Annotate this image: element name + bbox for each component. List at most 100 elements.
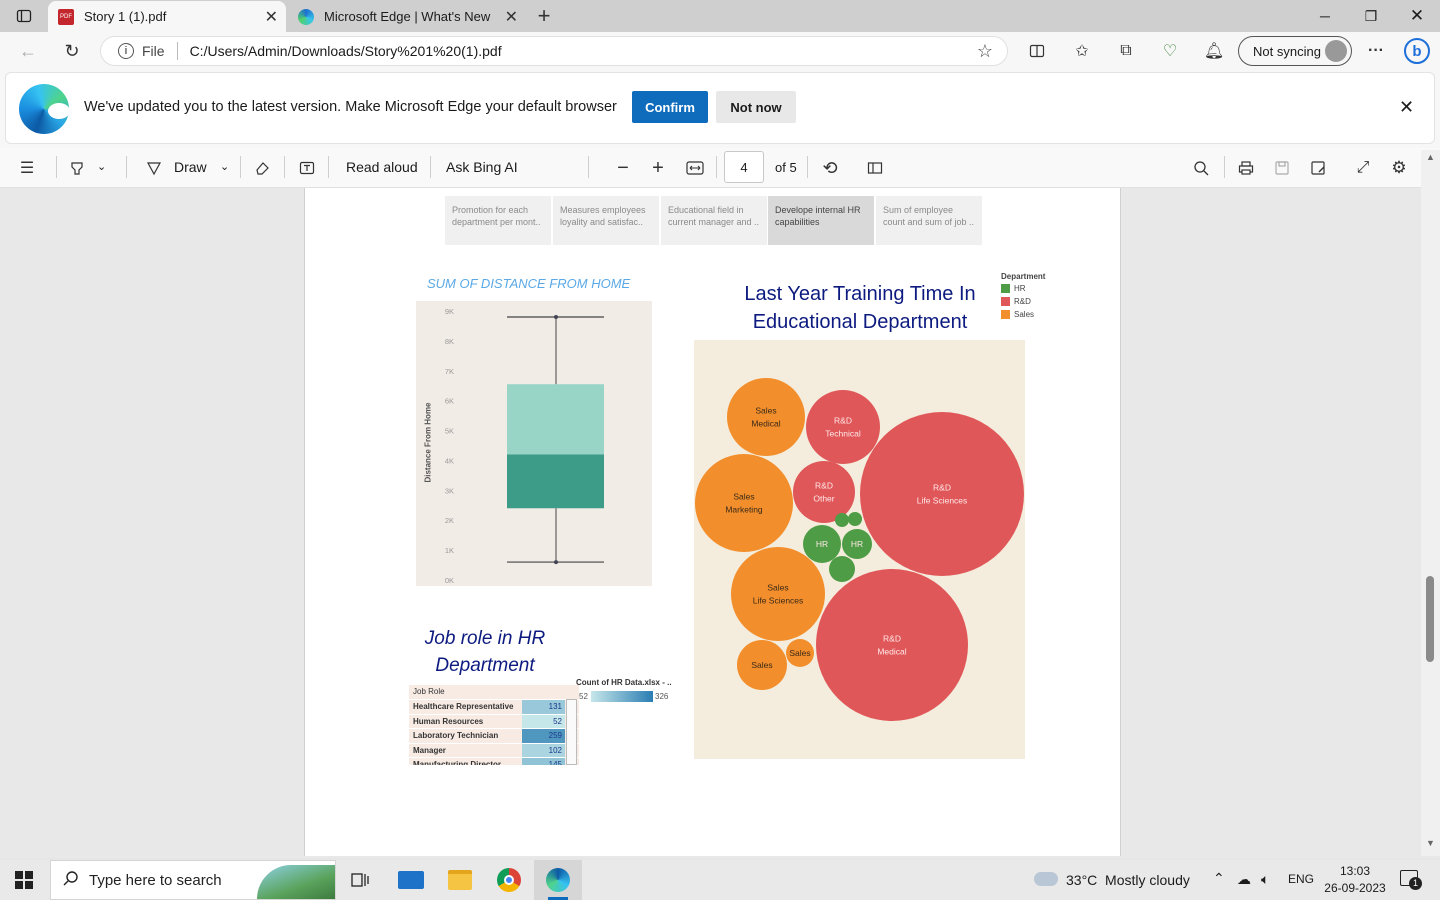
bubble[interactable] [816, 569, 968, 721]
scrollbar[interactable]: ▲ ▼ [1421, 150, 1440, 856]
close-window-icon[interactable]: ✕ [1394, 0, 1440, 32]
bubble[interactable] [731, 547, 825, 641]
table-row[interactable]: Human Resources 52 [409, 713, 579, 728]
task-view-icon[interactable] [345, 865, 375, 895]
scroll-up-icon[interactable]: ▲ [1426, 152, 1435, 162]
favorites-icon[interactable]: ✩ [1067, 36, 1097, 66]
highlight-icon[interactable] [62, 153, 92, 183]
zoom-in-icon[interactable]: + [643, 153, 673, 183]
bubble-title: Last Year Training Time In Educational D… [695, 280, 1025, 336]
table-scrollbar[interactable] [566, 699, 577, 765]
taskbar-search[interactable]: Type here to search [50, 860, 336, 900]
bubble[interactable] [806, 390, 880, 464]
add-text-icon[interactable] [292, 153, 322, 183]
legend-swatch [1001, 310, 1010, 319]
weather-text[interactable]: 33°C Mostly cloudy [1066, 872, 1190, 888]
address-bar: ← ↻ i File C:/Users/Admin/Downloads/Stor… [0, 32, 1440, 70]
table-row[interactable]: Manager 102 [409, 742, 579, 757]
scrollbar-thumb[interactable] [1426, 576, 1434, 662]
tab-story-pdf[interactable]: PDF Story 1 (1).pdf ✕ [48, 1, 286, 32]
close-tab-icon[interactable]: ✕ [265, 7, 278, 27]
bubble-legend: Department HR R&D Sales [1001, 272, 1045, 319]
chevron-down-icon[interactable]: ⌄ [220, 160, 229, 173]
save-icon[interactable] [1267, 153, 1297, 183]
zoom-out-icon[interactable]: − [608, 153, 638, 183]
toolbar-divider [126, 156, 127, 178]
bubble[interactable] [695, 454, 793, 552]
volume-muted-icon[interactable]: 🔈︎ [1261, 871, 1269, 888]
toolbar-divider [1224, 156, 1225, 178]
ask-bing-button[interactable]: Ask Bing AI [446, 159, 518, 175]
chrome-icon[interactable] [497, 868, 521, 892]
story-tab[interactable]: Educational field in current manager and… [661, 196, 768, 245]
settings-gear-icon[interactable]: ⚙ [1384, 153, 1414, 183]
mail-icon[interactable] [398, 871, 424, 889]
tab-title: Microsoft Edge | What's New [324, 9, 491, 24]
draw-button[interactable]: Draw [174, 159, 207, 175]
fullscreen-icon[interactable]: ⤢ [1348, 153, 1378, 183]
story-tab[interactable]: Measures employees loyality and satisfac… [553, 196, 660, 245]
story-tab[interactable]: Sum of employee count and sum of job .. [876, 196, 983, 245]
close-notification-icon[interactable]: ✕ [1399, 97, 1414, 118]
restore-icon[interactable]: ❐ [1348, 0, 1394, 32]
bubble-label: R&D [883, 634, 901, 644]
bing-icon[interactable]: b [1402, 36, 1432, 66]
collections-icon[interactable]: ⧉ [1111, 36, 1141, 66]
file-explorer-icon[interactable] [448, 870, 472, 890]
bubble-label: Medical [751, 419, 780, 429]
story-tab[interactable]: Promotion for each department per mont.. [445, 196, 552, 245]
draw-icon[interactable] [139, 153, 169, 183]
table-row[interactable]: Laboratory Technician 259 [409, 728, 579, 743]
clock[interactable]: 13:03 26-09-2023 [1318, 863, 1392, 897]
edge-taskbar-button[interactable] [534, 860, 582, 900]
notifications-bell-icon[interactable]: 🔔︎ [1199, 36, 1229, 66]
search-icon[interactable] [1186, 153, 1216, 183]
back-icon[interactable]: ← [13, 36, 43, 66]
save-as-icon[interactable] [1303, 153, 1333, 183]
search-placeholder: Type here to search [89, 871, 222, 889]
bubble[interactable] [860, 412, 1024, 576]
refresh-icon[interactable]: ↻ [57, 36, 87, 66]
network-icon[interactable]: ☁ [1237, 871, 1251, 888]
new-tab-icon[interactable]: + [529, 1, 559, 31]
eraser-icon[interactable] [247, 153, 277, 183]
profile-button[interactable]: Not syncing [1238, 36, 1352, 66]
contents-icon[interactable]: ☰ [12, 153, 42, 183]
rotate-icon[interactable]: ⟲ [815, 153, 845, 183]
minimize-icon[interactable]: ─ [1302, 0, 1348, 32]
split-screen-icon[interactable] [1022, 36, 1052, 66]
bubble[interactable] [829, 556, 855, 582]
language-indicator[interactable]: ENG [1288, 872, 1314, 886]
favorite-star-icon[interactable]: ☆ [977, 41, 993, 62]
fit-width-icon[interactable] [680, 153, 710, 183]
not-now-button[interactable]: Not now [716, 91, 796, 123]
read-aloud-button[interactable]: Read aloud [346, 159, 418, 175]
tab-whats-new[interactable]: Microsoft Edge | What's New ✕ [288, 1, 526, 32]
notification-center-icon[interactable]: 1 [1400, 870, 1422, 890]
close-tab-icon[interactable]: ✕ [505, 7, 518, 27]
confirm-button[interactable]: Confirm [632, 91, 708, 123]
chevron-down-icon[interactable]: ⌄ [97, 160, 106, 173]
bubble-title-line: Last Year Training Time In [744, 283, 976, 305]
url-field[interactable]: i File C:/Users/Admin/Downloads/Story%20… [100, 36, 1008, 66]
page-view-icon[interactable] [860, 153, 890, 183]
bubble[interactable] [848, 512, 862, 526]
table-row[interactable]: Healthcare Representative 131 [409, 699, 579, 714]
count-cell: 102 [522, 743, 565, 757]
page-number-input[interactable]: 4 [724, 151, 764, 183]
scroll-down-icon[interactable]: ▼ [1426, 838, 1435, 848]
bubble[interactable] [835, 513, 849, 527]
chevron-up-icon[interactable]: ⌃ [1213, 870, 1225, 887]
more-options-icon[interactable]: ··· [1361, 36, 1391, 66]
story-tab-active[interactable]: Develope internal HR capabilities [768, 196, 875, 245]
story-tab-label: Sum of employee count and sum of job .. [883, 205, 975, 227]
bubble[interactable] [793, 461, 855, 523]
tab-actions-icon[interactable] [9, 1, 39, 31]
start-icon[interactable] [15, 871, 33, 889]
bubble[interactable] [727, 378, 805, 456]
print-icon[interactable] [1231, 153, 1261, 183]
browser-essentials-icon[interactable]: ♡ [1155, 36, 1185, 66]
update-notification: We've updated you to the latest version.… [5, 72, 1435, 144]
search-icon [63, 870, 79, 890]
table-row[interactable]: Manufacturing Director 145 [409, 757, 579, 765]
